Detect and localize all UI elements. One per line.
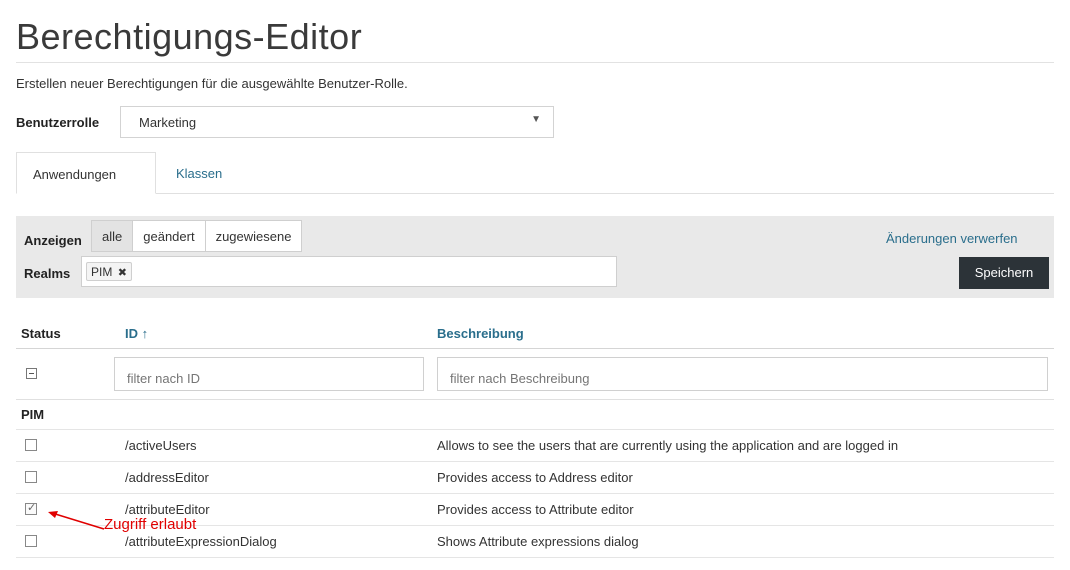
select-all-checkbox[interactable] (26, 368, 37, 379)
save-button[interactable]: Speichern (959, 257, 1049, 289)
tabs-divider (16, 193, 1054, 194)
filter-option-geaendert[interactable]: geändert (132, 220, 206, 252)
filter-option-alle[interactable]: alle (91, 220, 134, 252)
row-divider (16, 429, 1054, 430)
tab-klassen[interactable]: Klassen (176, 166, 222, 181)
permission-id: /attributeExpressionDialog (125, 534, 277, 549)
annotation-label: Zugriff erlaubt (104, 516, 197, 533)
filter-option-zugewiesene[interactable]: zugewiesene (204, 220, 303, 252)
annotation-arrow (48, 511, 105, 530)
realms-label: Realms (24, 266, 71, 281)
realm-tag: PIM ✖ (86, 262, 132, 281)
column-header-description[interactable]: Beschreibung (437, 326, 524, 341)
permission-checkbox[interactable] (25, 535, 37, 547)
permission-description: Provides access to Attribute editor (437, 502, 634, 517)
remove-tag-icon[interactable]: ✖ (118, 267, 127, 279)
row-divider (16, 493, 1054, 494)
permission-checkbox[interactable] (25, 439, 37, 451)
filter-divider (16, 399, 1054, 400)
permission-id: /addressEditor (125, 470, 209, 485)
page-subtitle: Erstellen neuer Berechtigungen für die a… (16, 76, 408, 91)
page-title: Berechtigungs-Editor (16, 16, 363, 57)
permission-description: Shows Attribute expressions dialog (437, 534, 639, 549)
tab-anwendungen[interactable]: Anwendungen (16, 152, 156, 194)
permission-checkbox-checked[interactable]: ✓ (25, 502, 37, 515)
row-divider (16, 557, 1054, 558)
column-header-id-label: ID (125, 326, 138, 341)
title-divider (16, 62, 1054, 63)
show-filter-label: Anzeigen (24, 233, 82, 248)
header-divider (16, 348, 1054, 349)
realms-input[interactable]: PIM ✖ (81, 256, 617, 287)
checkmark-icon: ✓ (27, 502, 37, 514)
permission-checkbox[interactable] (25, 471, 37, 483)
show-filter-group: alle geändert zugewiesene (91, 220, 303, 252)
discard-changes-link[interactable]: Änderungen verwerfen (886, 231, 1018, 246)
role-label: Benutzerrolle (16, 115, 100, 130)
column-header-status: Status (21, 326, 61, 341)
permission-id: /activeUsers (125, 438, 197, 453)
permission-description: Provides access to Address editor (437, 470, 633, 485)
permission-description: Allows to see the users that are current… (437, 438, 899, 453)
realm-tag-label: PIM (91, 265, 113, 279)
column-header-id[interactable]: ID ↑ (125, 326, 148, 341)
sort-ascending-icon: ↑ (141, 326, 149, 341)
role-select-value: Marketing (139, 115, 197, 130)
group-header: PIM (21, 407, 45, 422)
description-filter-input[interactable] (437, 357, 1048, 391)
role-select[interactable]: Marketing ▼ (120, 106, 554, 138)
id-filter-input[interactable] (114, 357, 424, 391)
chevron-down-icon: ▼ (531, 114, 541, 125)
row-divider (16, 461, 1054, 462)
permission-id: /attributeEditor (125, 502, 210, 517)
